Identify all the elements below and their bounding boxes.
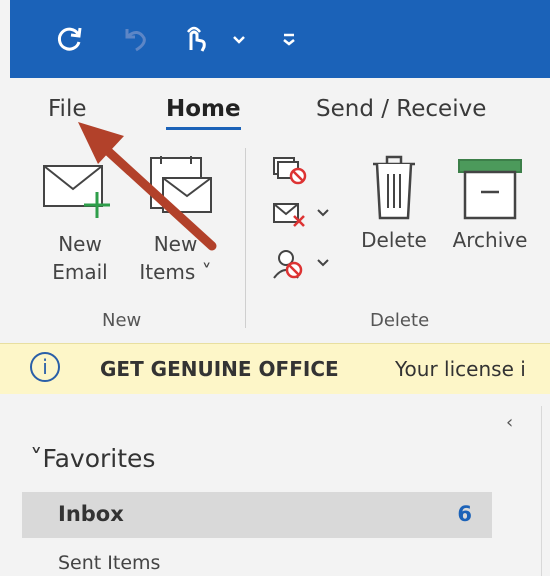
- ribbon-separator: [245, 148, 246, 328]
- archive-label: Archive: [452, 228, 528, 252]
- group-label-new: New: [102, 310, 142, 331]
- ignore-button[interactable]: [270, 152, 310, 190]
- new-items-label-line2: Items ˅: [139, 260, 212, 284]
- junk-icon: [273, 250, 329, 279]
- tab-file[interactable]: File: [48, 96, 87, 122]
- junk-button[interactable]: [270, 246, 332, 286]
- favorites-label: Favorites: [42, 444, 156, 473]
- dropdown-chevron-icon[interactable]: [222, 22, 256, 56]
- toolbar-edge: [0, 0, 10, 78]
- folder-item-inbox[interactable]: Inbox 6: [22, 492, 492, 538]
- chevron-down-icon: ˅: [30, 444, 43, 473]
- inbox-label: Inbox: [58, 502, 124, 526]
- delete-button[interactable]: Delete: [352, 152, 436, 254]
- favorites-header[interactable]: ˅Favorites: [30, 444, 155, 473]
- tab-home[interactable]: Home: [166, 96, 241, 130]
- sync-icon[interactable]: [52, 22, 86, 56]
- archive-button[interactable]: Archive: [442, 152, 538, 254]
- new-items-button[interactable]: New Items ˅: [128, 156, 223, 286]
- new-email-label-line1: New: [58, 232, 102, 256]
- tab-send-receive[interactable]: Send / Receive: [316, 96, 486, 122]
- pane-divider: [541, 406, 542, 576]
- clean-up-icon: [273, 203, 329, 227]
- archive-icon: [458, 159, 522, 220]
- collapse-pane-button[interactable]: ‹: [506, 412, 513, 433]
- clean-up-button[interactable]: [270, 198, 332, 236]
- ribbon-tabs: File Home Send / Receive: [0, 78, 550, 138]
- trash-icon: [373, 155, 415, 220]
- folder-item-sent-items[interactable]: Sent Items: [58, 552, 160, 574]
- inbox-unread-count: 6: [457, 502, 472, 526]
- quick-access-toolbar: [0, 0, 550, 78]
- group-label-delete: Delete: [370, 310, 430, 331]
- undo-icon[interactable]: [118, 22, 152, 56]
- ignore-icon: [273, 157, 307, 185]
- new-items-label-line1: New: [153, 232, 198, 256]
- new-email-button[interactable]: New Email: [40, 156, 120, 286]
- customize-toolbar-icon[interactable]: [272, 22, 306, 56]
- delete-label: Delete: [361, 228, 427, 252]
- license-banner: i GET GENUINE OFFICE Your license i: [0, 343, 550, 395]
- new-email-label-line2: Email: [52, 260, 108, 284]
- ribbon: New Email New Items ˅ New Delete Archive…: [0, 138, 550, 343]
- banner-message: Your license i: [395, 357, 526, 381]
- new-items-icon: [149, 156, 212, 213]
- folder-pane: ‹ ˅Favorites Inbox 6 Sent Items: [0, 394, 550, 576]
- touch-mouse-mode-icon[interactable]: [178, 22, 212, 56]
- new-email-icon: [43, 165, 110, 218]
- info-icon: i: [30, 352, 60, 382]
- banner-title: GET GENUINE OFFICE: [100, 357, 339, 381]
